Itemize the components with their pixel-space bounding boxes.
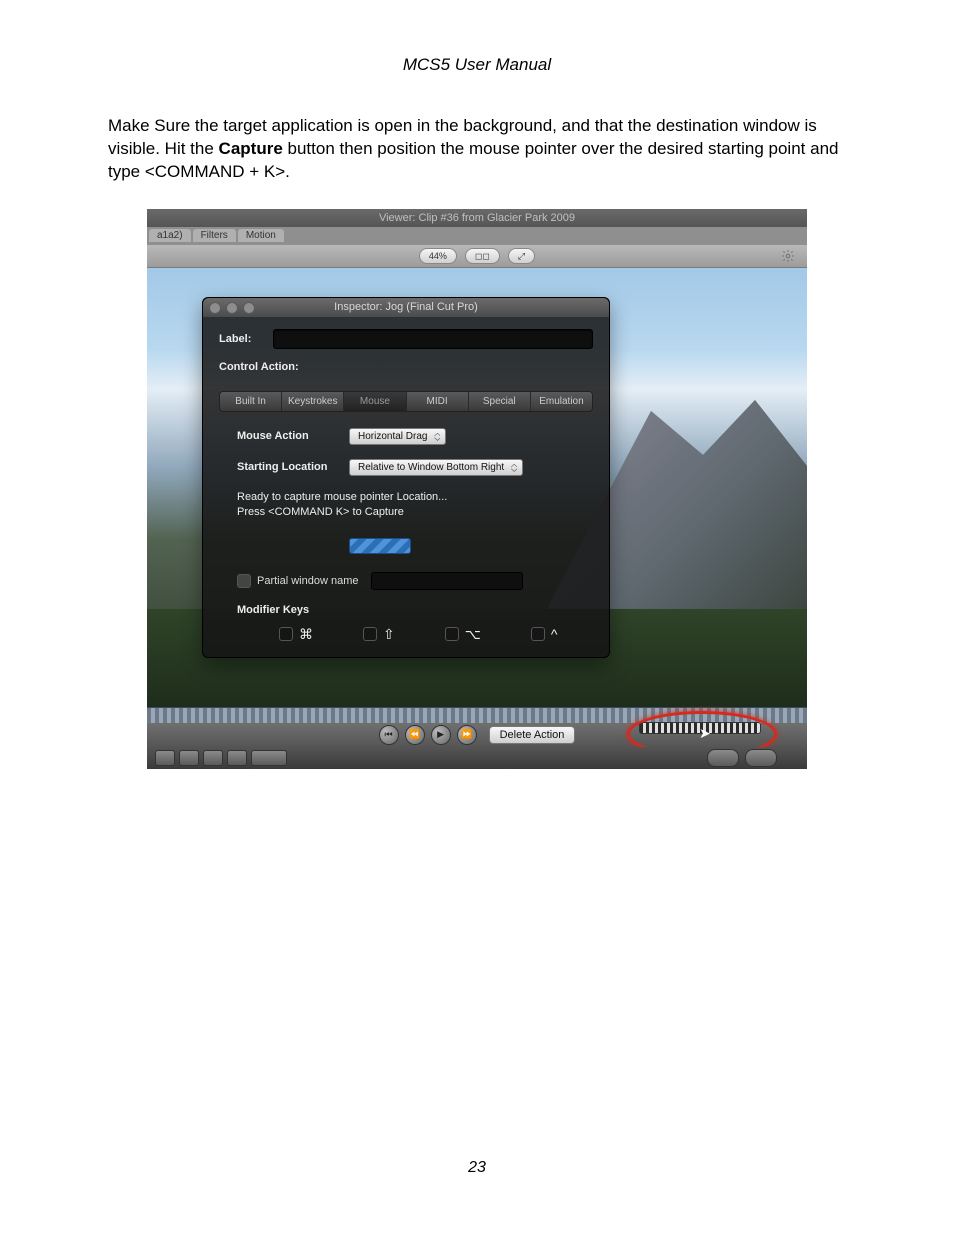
viewer-tabs: a1a2) Filters Motion: [147, 227, 807, 245]
mouse-action-select[interactable]: Horizontal Drag: [349, 428, 446, 445]
tab-mouse[interactable]: Mouse: [344, 392, 406, 411]
view-mode-pill[interactable]: ◻︎◻︎: [465, 248, 500, 264]
instruction-paragraph: Make Sure the target application is open…: [108, 115, 846, 184]
option-icon: ⌥: [465, 626, 481, 643]
mouse-action-label: Mouse Action: [237, 430, 349, 442]
play-icon[interactable]: ▶: [431, 725, 451, 745]
capture-progress: [349, 538, 411, 554]
cursor-icon: ➤: [699, 725, 711, 742]
label-input[interactable]: [273, 329, 593, 349]
window-controls: [209, 302, 255, 314]
partial-window-input[interactable]: [371, 572, 523, 590]
mark-out-button[interactable]: [745, 749, 777, 767]
transport-btn-1[interactable]: [155, 750, 175, 766]
viewer-titlebar: Viewer: Clip #36 from Glacier Park 2009: [147, 209, 807, 227]
action-tabbar: Built In Keystrokes Mouse MIDI Special E…: [219, 391, 593, 412]
partial-window-checkbox[interactable]: [237, 574, 251, 588]
cmd-icon: ⌘: [299, 626, 313, 643]
status-line-1: Ready to capture mouse pointer Location.…: [237, 490, 593, 505]
fit-pill[interactable]: ⤢: [508, 248, 535, 264]
label-field-label: Label:: [219, 333, 263, 345]
bottom-right-controls: [707, 749, 777, 767]
ctrl-icon: ^: [551, 626, 558, 642]
inspector-titlebar: Inspector: Jog (Final Cut Pro): [203, 298, 609, 317]
ctrl-checkbox[interactable]: [531, 627, 545, 641]
screenshot: Viewer: Clip #36 from Glacier Park 2009 …: [147, 209, 807, 769]
modifier-keys-label: Modifier Keys: [237, 604, 593, 616]
starting-location-select[interactable]: Relative to Window Bottom Right: [349, 459, 523, 476]
skip-back-icon[interactable]: ⏮: [379, 725, 399, 745]
transport-btn-4[interactable]: [227, 750, 247, 766]
tab-special[interactable]: Special: [469, 392, 531, 411]
viewer-tab-motion[interactable]: Motion: [238, 229, 284, 242]
transport-btn-5[interactable]: [251, 750, 287, 766]
tab-midi[interactable]: MIDI: [407, 392, 469, 411]
jog-dial-region[interactable]: ➤: [639, 719, 759, 745]
inspector-title: Inspector: Jog (Final Cut Pro): [334, 301, 478, 313]
step-forward-icon[interactable]: ⏩: [457, 725, 477, 745]
status-line-2: Press <COMMAND K> to Capture: [237, 505, 593, 520]
viewer-tab-1[interactable]: a1a2): [149, 229, 191, 242]
viewer-tab-filters[interactable]: Filters: [193, 229, 236, 242]
minimize-icon[interactable]: [226, 302, 238, 314]
step-back-icon[interactable]: ⏪: [405, 725, 425, 745]
para-part-b: Capture: [219, 139, 283, 158]
page-number: 23: [0, 1159, 954, 1177]
transport-btn-3[interactable]: [203, 750, 223, 766]
delete-action-button[interactable]: Delete Action: [489, 726, 576, 744]
tab-builtin[interactable]: Built In: [220, 392, 282, 411]
close-icon[interactable]: [209, 302, 221, 314]
shift-icon: ⇧: [383, 626, 395, 643]
doc-header: MCS5 User Manual: [108, 55, 846, 75]
starting-location-label: Starting Location: [237, 461, 349, 473]
shift-checkbox[interactable]: [363, 627, 377, 641]
gear-icon[interactable]: [781, 249, 795, 263]
partial-window-label: Partial window name: [257, 575, 359, 587]
modifier-keys-row: ⌘ ⇧ ⌥ ^: [279, 626, 593, 643]
mark-in-button[interactable]: [707, 749, 739, 767]
option-checkbox[interactable]: [445, 627, 459, 641]
zoom-pill[interactable]: 44%: [419, 248, 457, 264]
inspector-panel: Inspector: Jog (Final Cut Pro) Label: Co…: [202, 297, 610, 658]
zoom-icon[interactable]: [243, 302, 255, 314]
tab-emulation[interactable]: Emulation: [531, 392, 592, 411]
cmd-checkbox[interactable]: [279, 627, 293, 641]
viewer-control-row: 44% ◻︎◻︎ ⤢: [147, 245, 807, 268]
transport-btn-2[interactable]: [179, 750, 199, 766]
control-action-label: Control Action:: [219, 361, 319, 373]
tab-keystrokes[interactable]: Keystrokes: [282, 392, 344, 411]
